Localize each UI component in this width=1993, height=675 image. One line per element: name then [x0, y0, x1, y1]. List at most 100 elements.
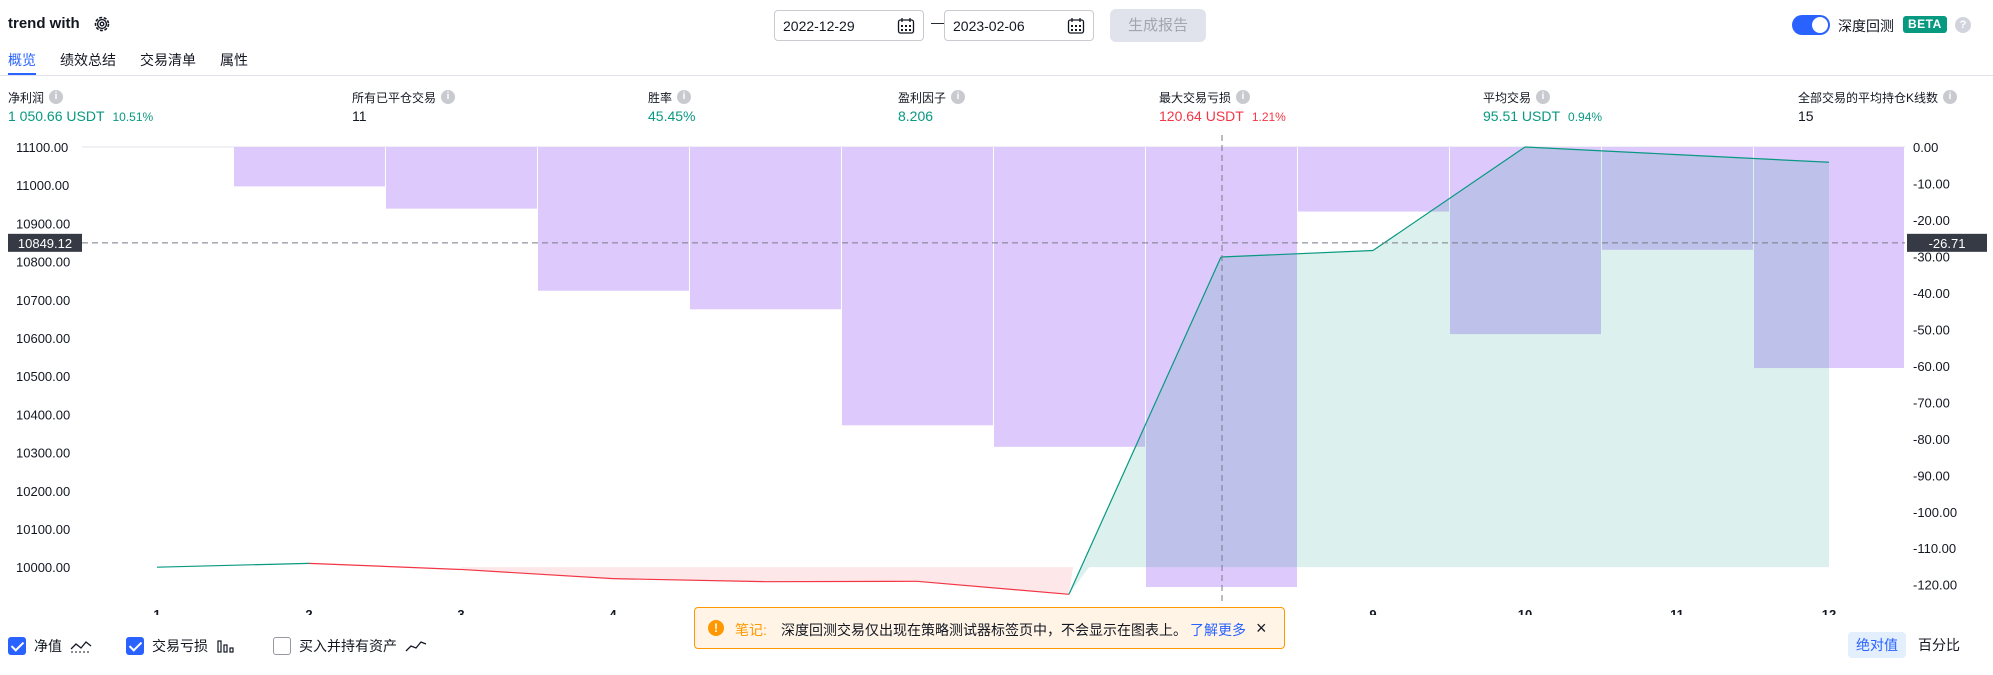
warning-icon: ! [708, 620, 724, 636]
stat-value: 1 050.66 USDT [8, 108, 105, 124]
x-axis-tick-label: 9 [1369, 607, 1376, 615]
equity-line-segment [156, 562, 310, 568]
date-to-value: 2023-02-06 [953, 18, 1025, 34]
loss-bar [994, 147, 1145, 447]
stat-profit-factor: 盈利因子 i 8.206 [898, 89, 966, 124]
stat-label: 所有已平仓交易 [352, 90, 437, 105]
stat-net-profit: 净利润 i 1 050.66 USDT 10.51% [8, 89, 153, 124]
close-icon[interactable]: × [1256, 618, 1267, 639]
toggle-knob [1812, 17, 1828, 33]
deep-backtest-toggle[interactable] [1792, 15, 1830, 35]
info-icon[interactable]: i [441, 90, 456, 104]
info-icon[interactable]: i [49, 90, 64, 104]
x-axis-tick-label: 4 [609, 607, 617, 615]
x-axis-tick-label: 3 [457, 607, 464, 615]
date-separator: — [931, 14, 945, 30]
x-axis-tick-label: 12 [1822, 607, 1836, 615]
tab-performance-summary[interactable]: 绩效总结 [60, 50, 116, 75]
x-axis-tick-label: 11 [1670, 607, 1684, 615]
info-icon[interactable]: i [951, 90, 966, 104]
x-axis-tick-label: 10 [1518, 607, 1532, 615]
checkbox[interactable] [8, 637, 26, 655]
line-icon [405, 641, 427, 652]
stat-max-trade-loss: 最大交易亏损 i 120.64 USDT 1.21% [1159, 89, 1286, 124]
left-axis-tick-label: 10800.00 [16, 255, 70, 270]
left-axis-tick-label: 10300.00 [16, 446, 70, 461]
right-axis-tick-label: -40.00 [1913, 286, 1950, 301]
bars-icon [217, 640, 234, 653]
date-from-field[interactable]: 2022-12-29 [774, 10, 924, 41]
info-icon[interactable]: i [1943, 90, 1958, 104]
legend-label: 交易亏损 [152, 638, 208, 654]
right-axis-tick-label: -10.00 [1913, 176, 1950, 191]
legend-label: 净值 [34, 638, 62, 654]
stat-win-rate: 胜率 i 45.45% [648, 89, 695, 124]
x-axis-tick-label: 1 [153, 607, 160, 615]
calendar-icon[interactable] [1067, 17, 1085, 35]
right-axis-tick-label: -100.00 [1913, 505, 1957, 520]
tab-trade-list[interactable]: 交易清单 [140, 50, 196, 75]
learn-more-link[interactable]: 了解更多 [1190, 620, 1246, 640]
left-axis-tick-label: 10500.00 [16, 369, 70, 384]
left-axis-tick-label: 10100.00 [16, 522, 70, 537]
tab-overview[interactable]: 概览 [8, 50, 36, 75]
notice-message: 深度回测交易仅出现在策略测试器标签页中，不会显示在图表上。 [781, 622, 1187, 638]
loss-bar [1298, 147, 1449, 212]
tab-properties[interactable]: 属性 [220, 50, 248, 75]
gear-icon[interactable] [92, 14, 112, 34]
left-axis-tick-label: 10200.00 [16, 484, 70, 499]
stat-avg-bars: 全部交易的平均持仓K线数 i 15 [1798, 89, 1958, 124]
equity-chart[interactable]: 11100.0011000.0010900.0010800.0010700.00… [0, 135, 1993, 615]
info-icon[interactable]: i [677, 90, 692, 104]
left-axis-tick-label: 10900.00 [16, 216, 70, 231]
crosshair-right-value: -26.71 [1929, 236, 1966, 251]
generate-report-button[interactable]: 生成报告 [1110, 9, 1206, 42]
left-axis-tick-label: 10000.00 [16, 560, 70, 575]
loss-bar [386, 147, 537, 209]
right-axis-tick-label: -120.00 [1913, 578, 1957, 593]
stat-subvalue: 10.51% [112, 110, 154, 124]
stat-value: 95.51 USDT [1483, 108, 1561, 124]
stat-value: 8.206 [898, 108, 934, 124]
loss-bar [842, 147, 993, 426]
checkbox[interactable] [273, 637, 291, 655]
equity-loss-area [461, 567, 1073, 595]
date-from-value: 2022-12-29 [783, 18, 855, 34]
left-axis-tick-label: 10700.00 [16, 293, 70, 308]
stat-value: 45.45% [648, 108, 696, 124]
legend-trade-loss[interactable]: 交易亏损 [126, 636, 236, 656]
stat-label: 平均交易 [1483, 90, 1532, 105]
stat-value: 120.64 USDT [1159, 108, 1244, 124]
legend-buy-and-hold[interactable]: 买入并持有资产 [273, 636, 427, 656]
left-axis-tick-label: 11000.00 [16, 178, 69, 193]
checkbox[interactable] [126, 637, 144, 655]
date-to-field[interactable]: 2023-02-06 [944, 10, 1094, 41]
stat-label: 最大交易亏损 [1159, 90, 1232, 105]
right-axis-tick-label: -110.00 [1913, 541, 1956, 556]
right-axis-tick-label: -90.00 [1913, 468, 1950, 483]
stat-label: 胜率 [648, 90, 673, 105]
info-icon[interactable]: i [1536, 90, 1551, 104]
left-axis-tick-label: 10400.00 [16, 407, 70, 422]
calendar-icon[interactable] [897, 17, 915, 35]
loss-bar [234, 147, 385, 187]
notice-title: 笔记: [735, 622, 767, 638]
absolute-value-button[interactable]: 绝对值 [1848, 632, 1906, 658]
percent-button[interactable]: 百分比 [1910, 632, 1968, 658]
strategy-name: trend with [8, 15, 80, 32]
stat-label: 盈利因子 [898, 90, 947, 105]
beta-badge: BETA [1903, 16, 1947, 33]
top-bar: trend with 2022-12-29 — 2023-02-06 生成报告 … [0, 0, 1993, 50]
right-axis-tick-label: -70.00 [1913, 395, 1950, 410]
stat-label: 净利润 [8, 90, 45, 105]
stat-value: 15 [1798, 108, 1814, 124]
legend-equity[interactable]: 净值 [8, 636, 92, 656]
right-axis-tick-label: -80.00 [1913, 432, 1950, 447]
equity-line-segment [308, 562, 462, 571]
help-icon[interactable]: ? [1955, 17, 1971, 33]
deep-backtest-notice: ! 笔记: 深度回测交易仅出现在策略测试器标签页中，不会显示在图表上。 了解更多… [694, 607, 1285, 649]
right-axis-tick-label: -50.00 [1913, 322, 1950, 337]
info-icon[interactable]: i [1236, 90, 1251, 104]
tab-bar: 概览 绩效总结 交易清单 属性 [0, 46, 1993, 76]
stat-label: 全部交易的平均持仓K线数 [1798, 90, 1939, 105]
